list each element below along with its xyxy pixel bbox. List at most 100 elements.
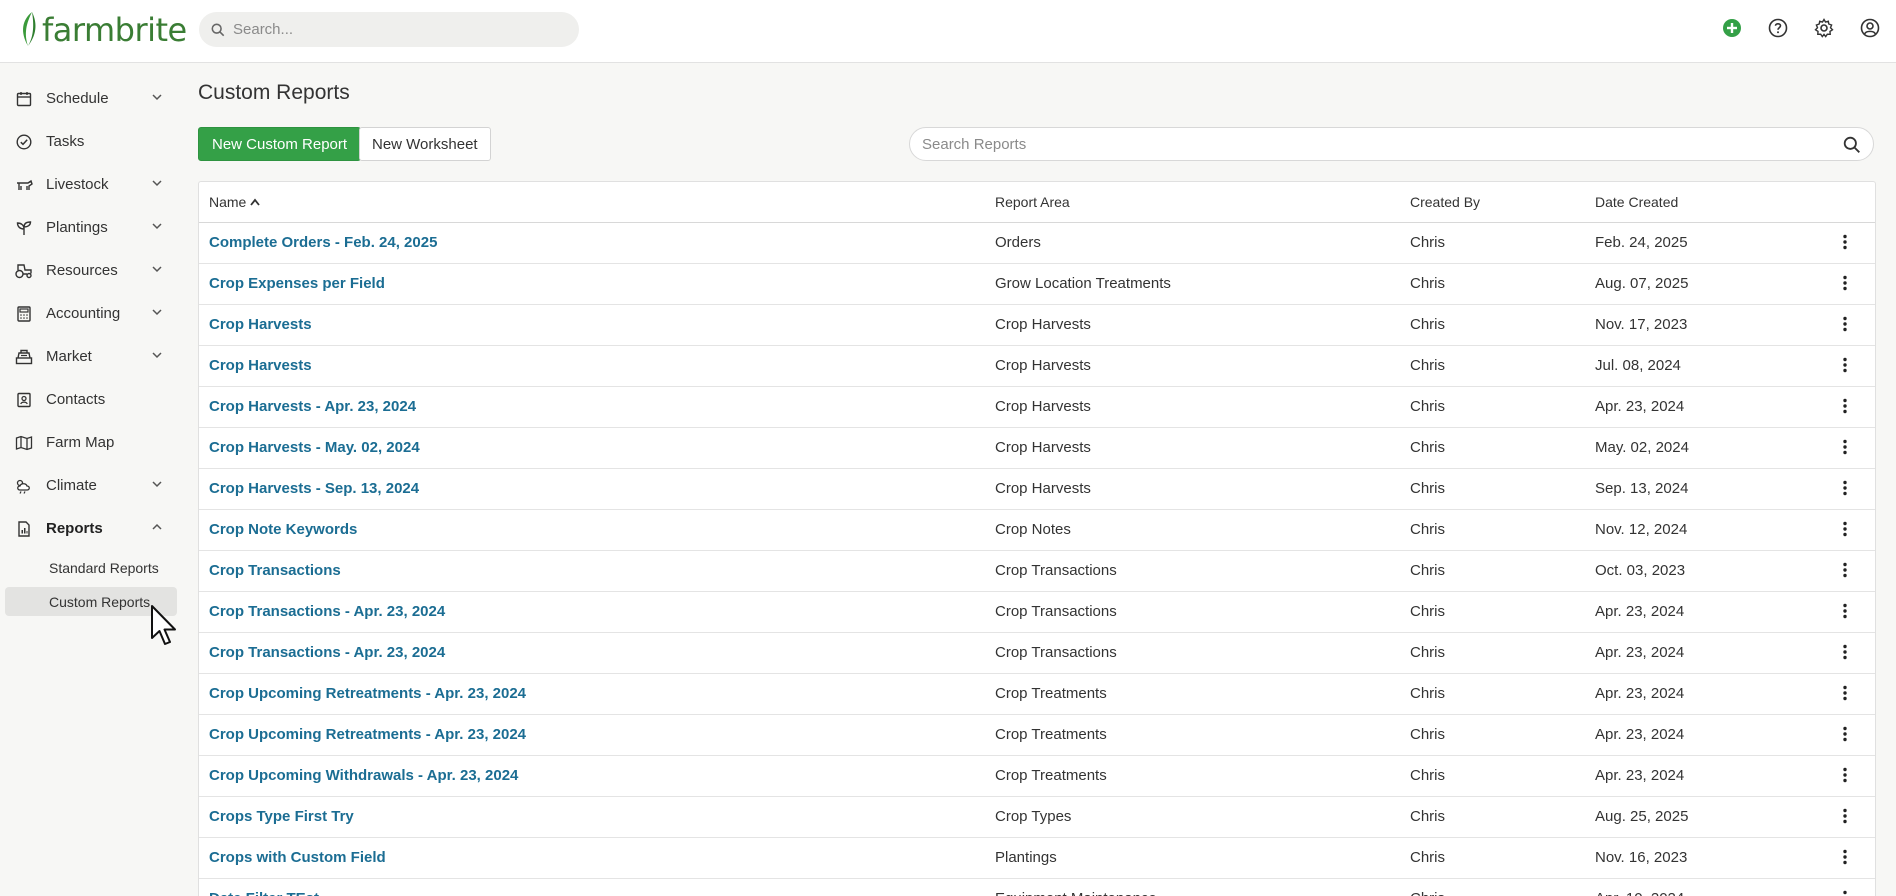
farmbrite-logo[interactable]: farmbrite bbox=[18, 10, 187, 50]
sidebar-item-livestock[interactable]: Livestock bbox=[0, 163, 184, 206]
report-name-cell: Crop Expenses per Field bbox=[199, 263, 985, 305]
global-search-input[interactable] bbox=[233, 21, 553, 38]
more-options-icon[interactable] bbox=[1835, 765, 1855, 785]
table-row[interactable]: Date Filter TEst Equipment MaintenanceChr… bbox=[199, 878, 1875, 896]
sidebar-item-farm-map[interactable]: Farm Map bbox=[0, 421, 184, 464]
column-header-name[interactable]: Name bbox=[199, 182, 985, 223]
table-row[interactable]: Crop Note Keywords Crop Notes Chris Nov. 12… bbox=[199, 509, 1875, 551]
created-by-cell: Chris bbox=[1400, 837, 1585, 879]
date-created-cell: Aug. 25, 2025 bbox=[1585, 796, 1815, 838]
table-row[interactable]: Crop Upcoming Withdrawals - Apr. 23, 202… bbox=[199, 755, 1875, 797]
report-name-link[interactable]: Crop Harvests - May. 02, 2024 bbox=[209, 439, 420, 456]
sidebar-subitem-standard-reports[interactable]: Standard Reports bbox=[5, 553, 177, 582]
created-by-cell: Chris bbox=[1400, 755, 1585, 797]
more-options-icon[interactable] bbox=[1835, 232, 1855, 252]
sidebar-item-label: Contacts bbox=[46, 391, 106, 408]
more-options-icon[interactable] bbox=[1835, 396, 1855, 416]
sidebar-item-schedule[interactable]: Schedule bbox=[0, 77, 184, 120]
sidebar-item-reports[interactable]: Reports bbox=[0, 507, 184, 550]
sidebar-item-label: Reports bbox=[46, 520, 103, 537]
sidebar-item-climate[interactable]: Climate bbox=[0, 464, 184, 507]
table-row[interactable]: Crop Harvests - Sep. 13, 2024 Crop Harves… bbox=[199, 468, 1875, 510]
table-header-row: Name Report Area Created By Date Created bbox=[199, 182, 1875, 223]
more-options-icon[interactable] bbox=[1835, 273, 1855, 293]
more-options-icon[interactable] bbox=[1835, 806, 1855, 826]
table-row[interactable]: Crop Transactions - Apr. 23, 2024 Crop Tr… bbox=[199, 591, 1875, 633]
more-options-icon[interactable] bbox=[1835, 478, 1855, 498]
more-options-icon[interactable] bbox=[1835, 355, 1855, 375]
created-by-cell: Chris bbox=[1400, 386, 1585, 428]
report-name-link[interactable]: Crop Upcoming Retreatments - Apr. 23, 20… bbox=[209, 726, 526, 743]
report-name-link[interactable]: Date Filter TEst bbox=[209, 890, 319, 896]
report-name-link[interactable]: Crop Upcoming Withdrawals - Apr. 23, 202… bbox=[209, 767, 518, 784]
logo-text: farmbrite bbox=[42, 11, 187, 49]
more-options-icon[interactable] bbox=[1835, 642, 1855, 662]
column-header-report-area[interactable]: Report Area bbox=[985, 182, 1400, 223]
report-name-link[interactable]: Crop Harvests - Sep. 13, 2024 bbox=[209, 480, 419, 497]
sidebar-item-label: Livestock bbox=[46, 176, 109, 193]
row-actions-cell bbox=[1815, 755, 1875, 797]
column-header-created-by[interactable]: Created By bbox=[1400, 182, 1585, 223]
more-options-icon[interactable] bbox=[1835, 437, 1855, 457]
more-options-icon[interactable] bbox=[1835, 847, 1855, 867]
report-name-link[interactable]: Crop Transactions - Apr. 23, 2024 bbox=[209, 603, 445, 620]
date-created-cell: Apr. 23, 2024 bbox=[1585, 714, 1815, 756]
table-row[interactable]: Crop Transactions - Apr. 23, 2024 Crop Tr… bbox=[199, 632, 1875, 674]
global-search-box[interactable] bbox=[199, 12, 579, 47]
column-header-date-created[interactable]: Date Created bbox=[1585, 182, 1815, 223]
more-options-icon[interactable] bbox=[1835, 519, 1855, 539]
table-row[interactable]: Crop Harvests Crop Harvests Chris Jul. 08, … bbox=[199, 345, 1875, 387]
report-name-link[interactable]: Crop Note Keywords bbox=[209, 521, 357, 538]
created-by-cell: Chris bbox=[1400, 673, 1585, 715]
report-name-link[interactable]: Crops Type First Try bbox=[209, 808, 354, 825]
table-row[interactable]: Crop Harvests - May. 02, 2024 Crop Harves… bbox=[199, 427, 1875, 469]
more-options-icon[interactable] bbox=[1835, 724, 1855, 744]
report-search-box[interactable] bbox=[909, 127, 1874, 161]
more-options-icon[interactable] bbox=[1835, 601, 1855, 621]
report-name-link[interactable]: Crop Harvests bbox=[209, 316, 312, 333]
sidebar-item-plantings[interactable]: Plantings bbox=[0, 206, 184, 249]
user-account-icon[interactable] bbox=[1858, 16, 1882, 40]
table-row[interactable]: Crop Upcoming Retreatments - Apr. 23, 20… bbox=[199, 673, 1875, 715]
report-name-link[interactable]: Complete Orders - Feb. 24, 2025 bbox=[209, 234, 437, 251]
report-name-link[interactable]: Crops with Custom Field bbox=[209, 849, 386, 866]
report-name-link[interactable]: Crop Upcoming Retreatments - Apr. 23, 20… bbox=[209, 685, 526, 702]
table-row[interactable]: Crop Harvests - Apr. 23, 2024 Crop Harves… bbox=[199, 386, 1875, 428]
add-icon[interactable] bbox=[1720, 16, 1744, 40]
sidebar-item-tasks[interactable]: Tasks bbox=[0, 120, 184, 163]
more-options-icon[interactable] bbox=[1835, 314, 1855, 334]
sidebar-item-label: Climate bbox=[46, 477, 97, 494]
table-row[interactable]: Crop Expenses per Field Grow Location Tre… bbox=[199, 263, 1875, 305]
more-options-icon[interactable] bbox=[1835, 683, 1855, 703]
row-actions-cell bbox=[1815, 468, 1875, 510]
row-actions-cell bbox=[1815, 550, 1875, 592]
sidebar-item-label: Tasks bbox=[46, 133, 85, 150]
sidebar-item-market[interactable]: Market bbox=[0, 335, 184, 378]
more-options-icon[interactable] bbox=[1835, 888, 1855, 896]
search-icon[interactable] bbox=[1843, 136, 1861, 154]
new-worksheet-button[interactable]: New Worksheet bbox=[359, 127, 491, 161]
report-name-link[interactable]: Crop Transactions - Apr. 23, 2024 bbox=[209, 644, 445, 661]
report-search-input[interactable] bbox=[922, 135, 1822, 153]
report-name-cell: Crop Harvests - Apr. 23, 2024 bbox=[199, 386, 985, 428]
report-name-link[interactable]: Crop Harvests bbox=[209, 357, 312, 374]
help-icon[interactable] bbox=[1766, 16, 1790, 40]
report-name-link[interactable]: Crop Harvests - Apr. 23, 2024 bbox=[209, 398, 416, 415]
table-row[interactable]: Crop Transactions Crop Transactions Chris O… bbox=[199, 550, 1875, 592]
more-options-icon[interactable] bbox=[1835, 560, 1855, 580]
report-name-link[interactable]: Crop Expenses per Field bbox=[209, 275, 385, 292]
sidebar-item-contacts[interactable]: Contacts bbox=[0, 378, 184, 421]
sidebar-item-accounting[interactable]: Accounting bbox=[0, 292, 184, 335]
table-row[interactable]: Crops with Custom Field Plantings Chris Nov… bbox=[199, 837, 1875, 879]
report-name-cell: Crop Upcoming Withdrawals - Apr. 23, 202… bbox=[199, 755, 985, 797]
sidebar-subitem-custom-reports[interactable]: Custom Reports bbox=[5, 587, 177, 616]
table-row[interactable]: Complete Orders - Feb. 24, 2025 Orders Chr… bbox=[199, 222, 1875, 264]
report-name-link[interactable]: Crop Transactions bbox=[209, 562, 341, 579]
table-row[interactable]: Crops Type First Try Crop Types Chris Aug. … bbox=[199, 796, 1875, 838]
new-custom-report-button[interactable]: New Custom Report bbox=[198, 127, 362, 161]
settings-icon[interactable] bbox=[1812, 16, 1836, 40]
table-row[interactable]: Crop Harvests Crop Harvests Chris Nov. 17, … bbox=[199, 304, 1875, 346]
sidebar-item-resources[interactable]: Resources bbox=[0, 249, 184, 292]
table-row[interactable]: Crop Upcoming Retreatments - Apr. 23, 20… bbox=[199, 714, 1875, 756]
report-area-cell: Equipment Maintenance bbox=[985, 878, 1400, 896]
